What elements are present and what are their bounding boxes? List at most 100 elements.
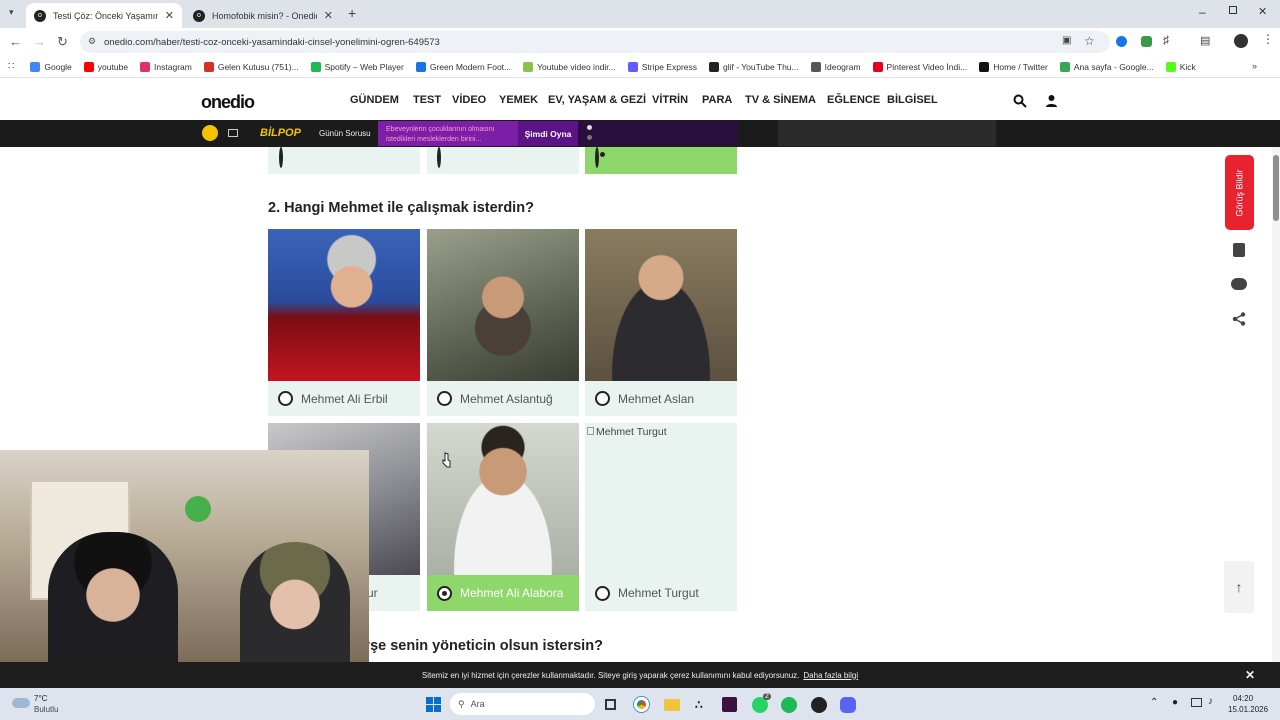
new-tab-button[interactable]: + xyxy=(348,5,356,21)
tab-close-icon[interactable]: ✕ xyxy=(324,9,333,22)
microphone-icon[interactable]: ● xyxy=(1172,697,1178,708)
forward-icon[interactable]: → xyxy=(33,34,46,49)
bookmark-item[interactable]: Ideogram xyxy=(810,61,861,72)
address-bar[interactable]: ⚙ onedio.com/haber/testi-coz-onceki-yasa… xyxy=(80,31,1110,53)
extension-icon[interactable] xyxy=(1116,36,1127,47)
option-row[interactable]: Mehmet Ali Erbil xyxy=(268,381,420,416)
radio-button-selected[interactable] xyxy=(595,147,599,168)
bookmark-item[interactable]: Youtube video indir... xyxy=(523,61,616,72)
nav-test[interactable]: TEST xyxy=(413,94,441,106)
nav-eglence[interactable]: EĞLENCE xyxy=(827,94,880,106)
radio-button[interactable] xyxy=(278,391,293,406)
weather-cloud-icon[interactable] xyxy=(12,698,30,708)
back-icon[interactable]: ← xyxy=(9,34,22,49)
cookie-more-link[interactable]: Daha fazla bilgi xyxy=(803,671,858,680)
bookmark-item[interactable]: Spotify – Web Player xyxy=(310,61,404,72)
prev-option-card-selected[interactable] xyxy=(585,147,737,174)
clock-date[interactable]: 15.01.2026 xyxy=(1228,705,1268,714)
page-scrollbar[interactable] xyxy=(1272,147,1280,662)
radio-button[interactable] xyxy=(595,585,610,601)
bookmark-item[interactable]: Google xyxy=(30,61,72,72)
extensions-puzzle-icon[interactable]: ♯ xyxy=(1163,33,1169,47)
windows-start-icon[interactable] xyxy=(426,697,441,712)
comments-icon[interactable] xyxy=(1231,278,1247,290)
nav-video[interactable]: VİDEO xyxy=(452,94,486,106)
radio-button[interactable] xyxy=(279,147,283,168)
feedback-button[interactable]: Görüş Bildir xyxy=(1225,155,1254,230)
radio-button[interactable] xyxy=(437,147,441,168)
tab-close-icon[interactable]: ✕ xyxy=(165,9,174,22)
tab-search-icon[interactable]: ▾ xyxy=(9,7,14,18)
nav-ev-yasam-gezi[interactable]: EV, YAŞAM & GEZİ xyxy=(548,94,646,106)
nav-para[interactable]: PARA xyxy=(702,94,732,106)
taskbar-search[interactable]: ⚲ Ara xyxy=(450,693,595,715)
apps-grid-icon[interactable]: ∷ xyxy=(8,61,14,72)
scrollbar-thumb[interactable] xyxy=(1273,155,1279,221)
cookie-close-icon[interactable]: ✕ xyxy=(1245,668,1255,682)
prev-option-card[interactable] xyxy=(427,147,579,174)
onedio-logo[interactable]: onedio xyxy=(201,92,255,113)
volume-icon[interactable]: ♪ xyxy=(1208,696,1213,707)
bookmark-item[interactable]: Stripe Express xyxy=(627,61,697,72)
user-icon[interactable] xyxy=(1045,94,1058,107)
site-info-icon[interactable]: ⚙ xyxy=(88,36,96,47)
more-bookmarks-icon[interactable]: » xyxy=(1252,61,1257,71)
search-icon[interactable] xyxy=(1013,94,1027,108)
prev-option-card[interactable] xyxy=(268,147,420,174)
bookmark-item[interactable]: glif - YouTube Thu... xyxy=(709,61,799,72)
spotify-icon[interactable] xyxy=(781,697,797,713)
bookmark-add-icon[interactable] xyxy=(1233,243,1245,257)
bookmark-item[interactable]: youtube xyxy=(83,61,128,72)
bookmark-star-icon[interactable]: ☆ xyxy=(1084,34,1095,48)
option-card[interactable]: Mehmet Ali Erbil xyxy=(268,229,420,416)
extension-icon[interactable] xyxy=(1141,36,1152,47)
nav-vitrin[interactable]: VİTRİN xyxy=(652,94,688,106)
bookmark-item[interactable]: Green Modern Foot... xyxy=(415,61,511,72)
radio-button[interactable] xyxy=(437,391,452,406)
profile-avatar[interactable] xyxy=(1234,34,1248,48)
capcut-icon[interactable]: ∴ xyxy=(695,698,703,712)
install-icon[interactable]: ▣ xyxy=(1062,35,1071,46)
bilpop-brand[interactable]: BİLPOP xyxy=(260,127,301,139)
option-card[interactable]: Mehmet Aslan xyxy=(585,229,737,416)
nav-bilgisel[interactable]: BİLGİSEL xyxy=(887,94,938,106)
bookmark-item[interactable]: Ana sayfa - Google... xyxy=(1059,61,1154,72)
option-card[interactable]: Mehmet Turgut Mehmet Turgut xyxy=(585,423,737,611)
discord-icon[interactable] xyxy=(840,697,856,713)
tab-inactive[interactable]: o Homofobik misin? - Onedio ✕ xyxy=(185,3,341,28)
option-card[interactable]: Mehmet Aslantuğ xyxy=(427,229,579,416)
radio-button-selected[interactable] xyxy=(437,585,452,601)
network-icon[interactable] xyxy=(1191,698,1202,707)
bookmark-item[interactable]: Home / Twitter xyxy=(979,61,1048,72)
restore-icon[interactable] xyxy=(1229,6,1237,14)
bookmark-item[interactable]: Gelen Kutusu (751)... xyxy=(203,61,299,72)
option-row[interactable]: Mehmet Aslantuğ xyxy=(427,381,579,416)
chrome-icon[interactable] xyxy=(634,697,649,712)
tray-chevron-icon[interactable]: ⌃ xyxy=(1150,697,1158,708)
window-close-icon[interactable]: ✕ xyxy=(1258,5,1267,18)
radio-button[interactable] xyxy=(595,391,610,406)
nav-yemek[interactable]: YEMEK xyxy=(499,94,538,106)
scroll-to-top-button[interactable]: ↑ xyxy=(1224,561,1254,613)
bilpop-play-button[interactable]: Şimdi Oyna xyxy=(518,121,578,146)
downloads-icon[interactable]: ▤ xyxy=(1200,34,1210,47)
app-icon[interactable] xyxy=(722,697,737,712)
bookmark-item[interactable]: Instagram xyxy=(140,61,192,72)
option-row[interactable]: Mehmet Aslan xyxy=(585,381,737,416)
share-icon[interactable] xyxy=(1232,312,1246,326)
option-row-selected[interactable]: Mehmet Ali Alabora xyxy=(427,575,579,611)
minimize-icon[interactable]: – xyxy=(1199,5,1206,19)
task-view-icon[interactable] xyxy=(605,699,616,710)
file-explorer-icon[interactable] xyxy=(664,699,680,711)
nav-gundem[interactable]: GÜNDEM xyxy=(350,94,399,106)
option-row[interactable]: Mehmet Turgut xyxy=(585,575,737,611)
app-icon[interactable] xyxy=(811,697,827,713)
bookmark-item[interactable]: Pinterest Video İndi... xyxy=(872,61,967,72)
clock-time[interactable]: 04:20 xyxy=(1233,694,1253,703)
bilpop-question[interactable]: Ebeveynlerin çocuklarının olmasını isted… xyxy=(378,121,518,146)
tab-active[interactable]: o Testi Çöz: Önceki Yaşamındaki Cinsel ✕ xyxy=(26,3,182,28)
bookmark-item[interactable]: Kick xyxy=(1165,61,1196,72)
nav-tv-sinema[interactable]: TV & SİNEMA xyxy=(745,94,816,106)
reload-icon[interactable]: ↻ xyxy=(57,34,68,50)
browser-menu-icon[interactable]: ⋮ xyxy=(1262,32,1274,46)
